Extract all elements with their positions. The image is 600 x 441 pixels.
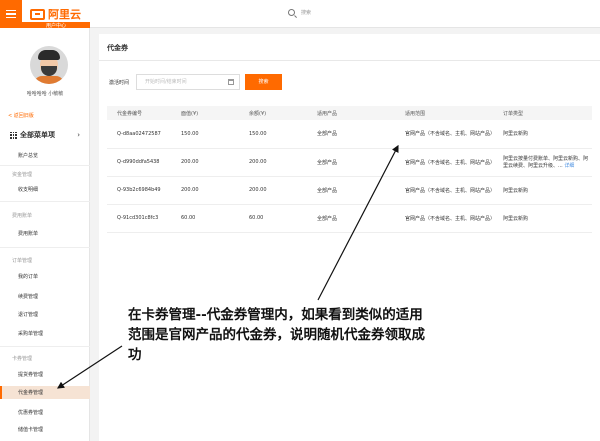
page-title: 代金券 bbox=[107, 44, 128, 52]
sidebar-item-renewal[interactable]: 续费管理 bbox=[0, 293, 90, 300]
sidebar-item-account-overview[interactable]: 账户总览 bbox=[0, 152, 90, 159]
order-type: 阿里云新购 bbox=[493, 176, 592, 205]
order-type: 阿里云按量付费账单、阿里云新购、阿里云续费、阿里云升级、... bbox=[503, 156, 589, 169]
applicable-scope: 官网产品（不含域名、主机、网站产品） bbox=[395, 176, 495, 205]
search-bar[interactable]: 搜索 bbox=[288, 9, 311, 16]
coupon-id: Q-d8aa02472587 bbox=[107, 120, 171, 149]
date-range-placeholder: 开始时间/结束时间 bbox=[145, 79, 187, 85]
applicable-product: 全部产品 bbox=[307, 120, 395, 149]
calendar-icon[interactable] bbox=[228, 79, 234, 85]
face-value: 150.00 bbox=[171, 120, 239, 149]
sidebar-item-voucher[interactable]: 提货券管理 bbox=[0, 371, 90, 378]
table-row: Q-d8aa02472587 150.00 150.00 全部产品 官网产品（不… bbox=[107, 120, 592, 149]
table-row: Q-91cd301c8fc3 60.00 60.00 全部产品 官网产品（不含域… bbox=[107, 204, 592, 233]
sidebar-item-billing-detail[interactable]: 费用账单 bbox=[0, 230, 90, 237]
coupon-id: Q-91cd301c8fc3 bbox=[107, 204, 171, 233]
grid-icon bbox=[10, 131, 17, 139]
column-header: 适用产品 bbox=[317, 110, 338, 117]
sidebar-group-orders: 订单管理 bbox=[12, 258, 33, 264]
sidebar-item-refund[interactable]: 退订管理 bbox=[0, 311, 90, 318]
all-menu-button[interactable]: 全部菜单项 › bbox=[0, 128, 90, 142]
column-header: 代金券编号 bbox=[117, 110, 143, 117]
sidebar-item-income-expense[interactable]: 收支明细 bbox=[0, 186, 90, 193]
sidebar-item-purchase-orders[interactable]: 采购单管理 bbox=[0, 330, 90, 337]
applicable-scope: 官网产品（不含域名、主机、网站产品） bbox=[395, 120, 495, 149]
sidebar-group-billing: 费用账单 bbox=[12, 213, 33, 219]
sidebar-item-storage-card[interactable]: 储值卡管理 bbox=[0, 426, 90, 433]
logo-text: 阿里云 bbox=[48, 8, 81, 21]
search-icon bbox=[288, 9, 295, 16]
divider bbox=[0, 201, 90, 202]
top-bar: 阿里云 搜索 bbox=[0, 0, 600, 28]
applicable-product: 全部产品 bbox=[307, 176, 395, 205]
all-menu-label: 全部菜单项 bbox=[20, 131, 55, 139]
applicable-scope: 官网产品（不含域名、主机、网站产品） bbox=[395, 148, 495, 177]
column-header: 订单类型 bbox=[503, 110, 524, 117]
order-type: 阿里云新购 bbox=[493, 120, 592, 149]
detail-link[interactable]: 详细 bbox=[564, 163, 574, 169]
coupon-id: Q-93b2c6984b49 bbox=[107, 176, 171, 205]
balance: 150.00 bbox=[239, 120, 307, 149]
applicable-scope: 官网产品（不含域名、主机、网站产品） bbox=[395, 204, 495, 233]
order-type: 阿里云新购 bbox=[493, 204, 592, 233]
applicable-product: 全部产品 bbox=[307, 204, 395, 233]
annotation-text: 在卡券管理--代金券管理内，如果看到类似的适用范围是官网产品的代金券，说明随机代… bbox=[128, 307, 425, 363]
applicable-product: 全部产品 bbox=[307, 148, 395, 177]
logo[interactable]: 阿里云 bbox=[30, 6, 81, 22]
table-row: Q-d990ddfa5438 200.00 200.00 全部产品 官网产品（不… bbox=[107, 148, 592, 177]
search-button[interactable]: 搜索 bbox=[245, 74, 282, 90]
table-header-row: 代金券编号 面值(¥) 余额(¥) 适用产品 适用范围 订单类型 bbox=[107, 106, 592, 120]
coupon-table: 代金券编号 面值(¥) 余额(¥) 适用产品 适用范围 订单类型 Q-d8aa0… bbox=[107, 106, 592, 233]
face-value: 60.00 bbox=[171, 204, 239, 233]
sidebar-item-my-orders[interactable]: 我的订单 bbox=[0, 273, 90, 280]
face-value: 200.00 bbox=[171, 148, 239, 177]
avatar[interactable] bbox=[30, 46, 68, 84]
face-value: 200.00 bbox=[171, 176, 239, 205]
coupon-id: Q-d990ddfa5438 bbox=[107, 148, 171, 177]
sidebar-group-cards: 卡券管理 bbox=[12, 356, 33, 362]
search-placeholder[interactable]: 搜索 bbox=[301, 9, 311, 16]
hamburger-menu-icon[interactable] bbox=[0, 0, 22, 28]
balance: 200.00 bbox=[239, 176, 307, 205]
sidebar-group-funds: 资金管理 bbox=[12, 172, 33, 178]
order-type-cell: 阿里云按量付费账单、阿里云新购、阿里云续费、阿里云升级、... 详细 bbox=[493, 148, 592, 177]
divider bbox=[0, 247, 90, 248]
sidebar-item-discount[interactable]: 优惠券管理 bbox=[0, 409, 90, 416]
column-header: 余额(¥) bbox=[249, 110, 267, 117]
table-row: Q-93b2c6984b49 200.00 200.00 全部产品 官网产品（不… bbox=[107, 176, 592, 205]
date-range-input[interactable]: 开始时间/结束时间 bbox=[136, 74, 240, 90]
back-to-old-version-link[interactable]: < 返回旧版 bbox=[8, 112, 34, 119]
sidebar: 哈哈哈哈 小敏敏 < 返回旧版 全部菜单项 › 账户总览 资金管理 收支明细 费… bbox=[0, 28, 90, 441]
aliyun-logo-icon bbox=[30, 8, 45, 20]
username: 哈哈哈哈 小敏敏 bbox=[26, 91, 64, 97]
divider bbox=[99, 60, 600, 61]
balance: 200.00 bbox=[239, 148, 307, 177]
chevron-right-icon: › bbox=[77, 131, 80, 139]
divider bbox=[0, 165, 90, 166]
divider bbox=[0, 346, 90, 347]
column-header: 面值(¥) bbox=[181, 110, 199, 117]
activation-time-label: 激活时间 bbox=[109, 80, 130, 86]
balance: 60.00 bbox=[239, 204, 307, 233]
sidebar-item-coupon-voucher[interactable]: 代金券管理 bbox=[0, 386, 90, 399]
main-panel: 代金券 激活时间 开始时间/结束时间 搜索 代金券编号 面值(¥) 余额(¥) … bbox=[99, 34, 600, 441]
column-header: 适用范围 bbox=[405, 110, 426, 117]
